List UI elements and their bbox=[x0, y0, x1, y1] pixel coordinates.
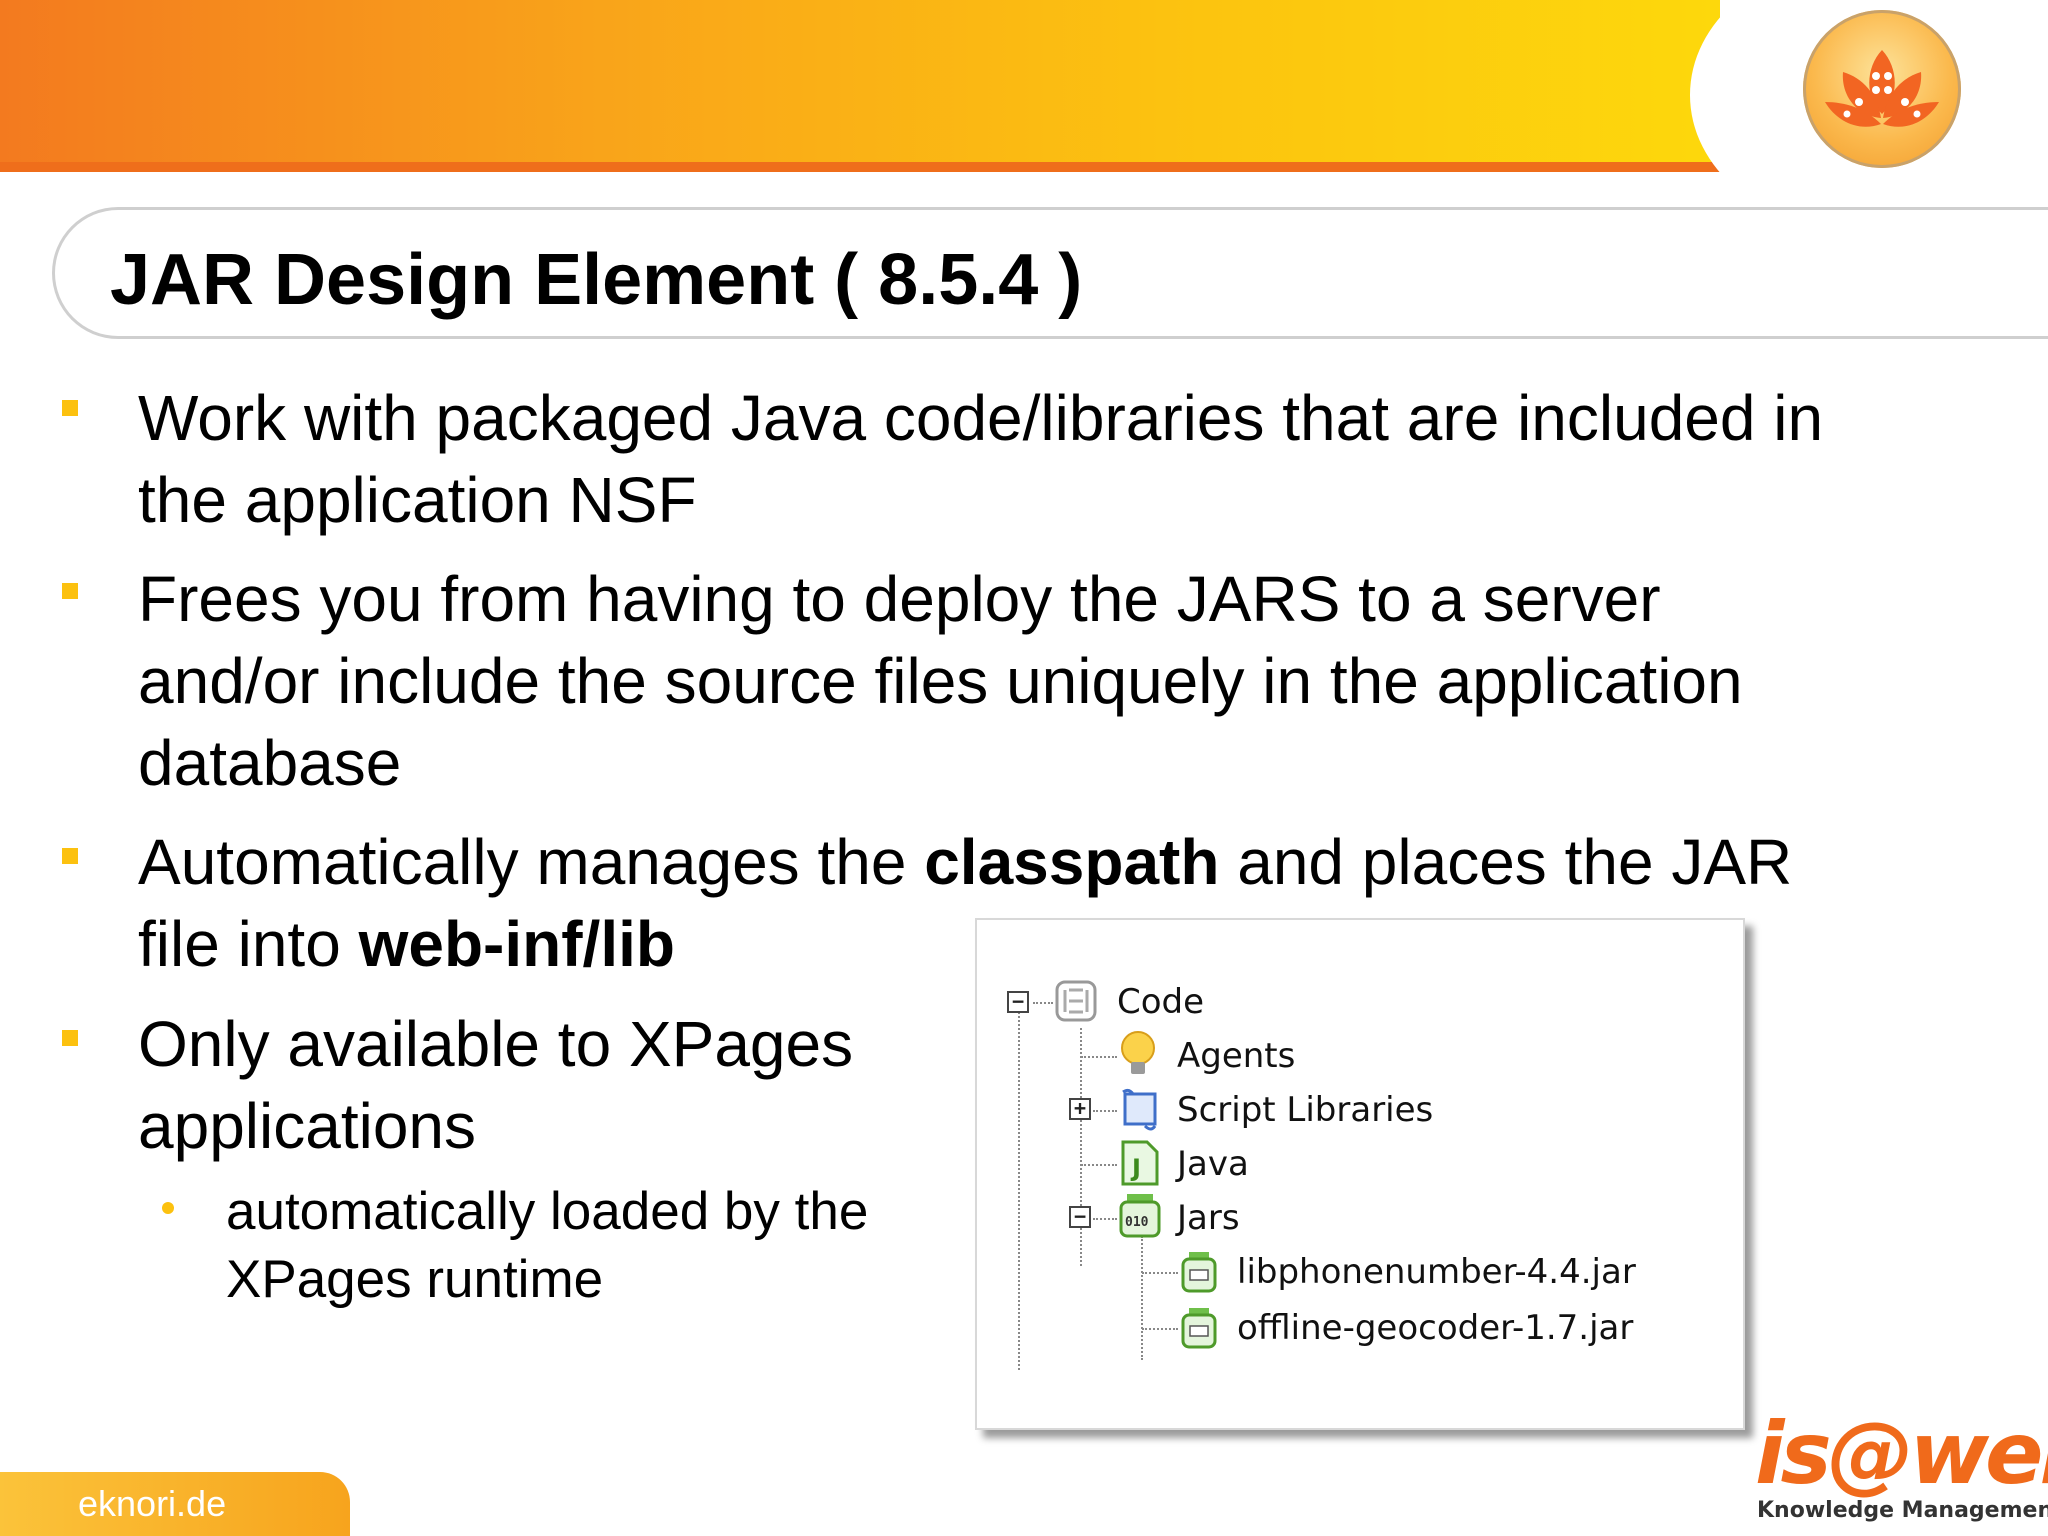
isweb-logo-tagline: Knowledge Management bbox=[1757, 1498, 2048, 1523]
tree-guide-line bbox=[1141, 1236, 1143, 1360]
bullet-3-text: and places the JAR bbox=[1219, 826, 1793, 898]
tree-guide-line bbox=[1081, 1056, 1117, 1058]
tree-guide-line bbox=[1018, 1000, 1020, 1370]
bullet-4-line-2: applications bbox=[138, 1090, 476, 1162]
sub-bullet-line-2: XPages runtime bbox=[226, 1250, 604, 1309]
jar-folder-icon: 010 bbox=[1117, 1190, 1163, 1245]
tree-guide-line bbox=[1033, 1002, 1053, 1004]
bullet-1-line-2: the application NSF bbox=[138, 464, 697, 536]
collapse-toggle[interactable]: − bbox=[1069, 1206, 1091, 1228]
bullet-marker bbox=[62, 400, 78, 416]
tree-guide-line bbox=[1081, 1164, 1117, 1166]
tree-item-jar-libphonenumber[interactable]: libphonenumber-4.4.jar bbox=[1237, 1252, 1636, 1292]
tree-guide-line bbox=[1093, 1110, 1117, 1112]
tree-guide-line bbox=[1080, 1028, 1082, 1266]
bullet-2-line-3: database bbox=[138, 727, 402, 799]
tree-guide-line bbox=[1093, 1218, 1117, 1220]
sub-bullet-marker bbox=[162, 1202, 174, 1214]
bullet-marker bbox=[62, 848, 78, 864]
tree-item-java[interactable]: Java bbox=[1177, 1144, 1249, 1184]
isweb-logo-word: is@web bbox=[1755, 1404, 2048, 1504]
bullet-marker bbox=[62, 583, 78, 599]
web-inf-lib-term: web-inf/lib bbox=[358, 908, 675, 980]
designer-tree-screenshot: − Code Agents + Script Libraries J Java … bbox=[975, 918, 1745, 1430]
bullet-marker bbox=[62, 1030, 78, 1046]
sub-bullet-line-1: automatically loaded by the bbox=[226, 1182, 869, 1241]
tree-guide-line bbox=[1142, 1328, 1178, 1330]
footer-site: eknori.de bbox=[78, 1483, 227, 1524]
tree-guide-line bbox=[1142, 1272, 1178, 1274]
bullet-4-line-1: Only available to XPages bbox=[138, 1008, 854, 1080]
bullet-3-text: Automatically manages the bbox=[138, 826, 925, 898]
tree-item-agents[interactable]: Agents bbox=[1177, 1036, 1295, 1076]
tree-item-jars[interactable]: Jars bbox=[1177, 1198, 1240, 1238]
tree-item-script-libraries[interactable]: Script Libraries bbox=[1177, 1090, 1433, 1130]
bullet-2-line-2: and/or include the source files uniquely… bbox=[138, 645, 1743, 717]
jar-file-icon bbox=[1179, 1250, 1219, 1299]
tree-item-jar-offline-geocoder[interactable]: offline-geocoder-1.7.jar bbox=[1237, 1308, 1633, 1348]
expand-toggle[interactable]: + bbox=[1069, 1098, 1091, 1120]
lotus-logo-icon bbox=[1803, 10, 1961, 168]
classpath-term: classpath bbox=[924, 826, 1220, 898]
jars-icon-label: 010 bbox=[1125, 1215, 1149, 1230]
bullet-3-line-2: file into web-inf/lib bbox=[138, 903, 675, 985]
code-icon bbox=[1053, 978, 1099, 1029]
bullet-2-line-1: Frees you from having to deploy the JARS… bbox=[138, 563, 1661, 635]
bullet-3-text: file into bbox=[138, 908, 359, 980]
java-icon-letter: J bbox=[1130, 1154, 1141, 1182]
jar-file-icon bbox=[1179, 1306, 1219, 1355]
slide-title: JAR Design Element ( 8.5.4 ) bbox=[110, 240, 1083, 320]
lightbulb-icon bbox=[1115, 1028, 1161, 1083]
tree-item-code[interactable]: Code bbox=[1117, 982, 1204, 1022]
isweb-logo: is@web Knowledge Management bbox=[1755, 1404, 2048, 1536]
java-file-icon: J bbox=[1117, 1138, 1161, 1193]
bullet-3-line-1: Automatically manages the classpath and … bbox=[138, 821, 1792, 903]
header-banner bbox=[0, 0, 1720, 172]
script-library-icon bbox=[1117, 1086, 1163, 1137]
bullet-1-line-1: Work with packaged Java code/libraries t… bbox=[138, 382, 1824, 454]
collapse-toggle[interactable]: − bbox=[1007, 991, 1029, 1013]
